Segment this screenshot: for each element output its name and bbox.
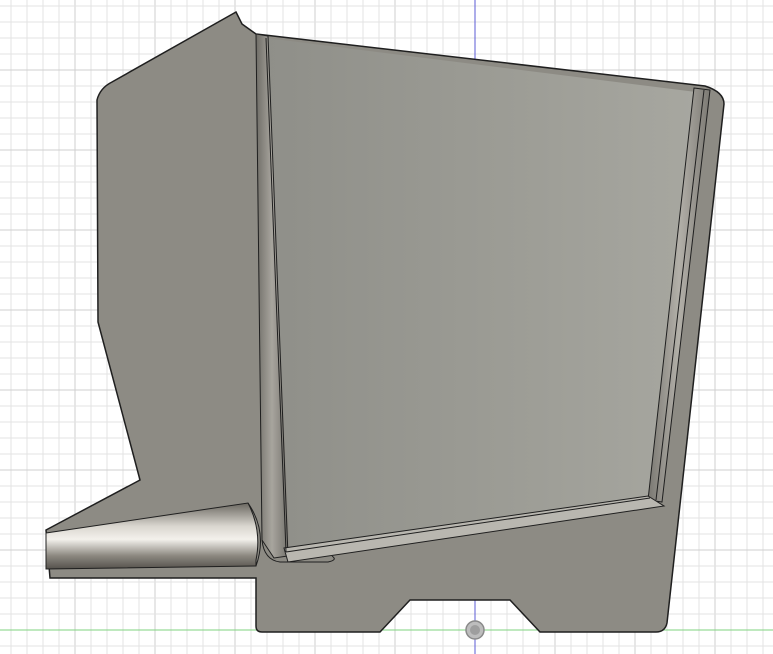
part-inner-face[interactable] [266,38,696,554]
model-canvas[interactable] [0,0,773,654]
cad-viewport[interactable] [0,0,773,654]
origin-icon[interactable] [465,620,485,640]
